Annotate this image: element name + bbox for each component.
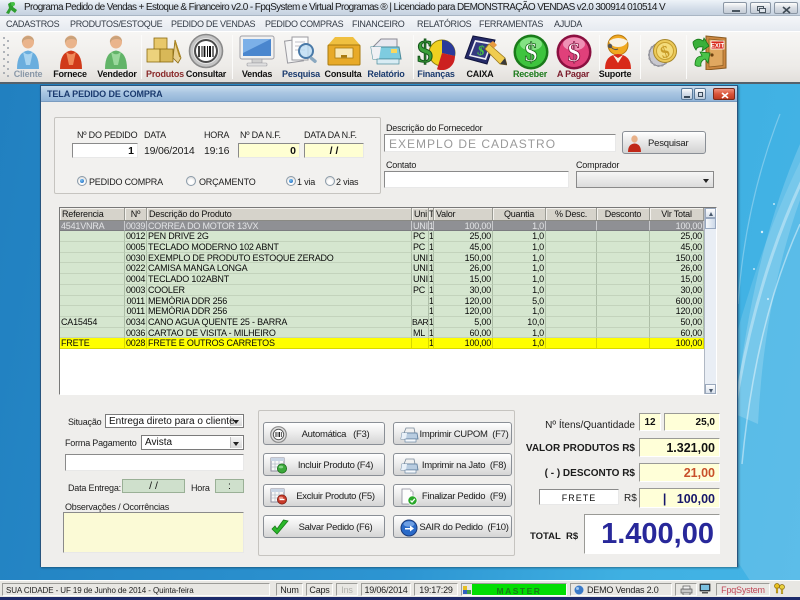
svg-text:EXIT: EXIT xyxy=(711,44,725,50)
svg-text:$: $ xyxy=(525,38,538,67)
svg-text:$: $ xyxy=(417,34,433,69)
svg-text:$: $ xyxy=(568,38,581,67)
